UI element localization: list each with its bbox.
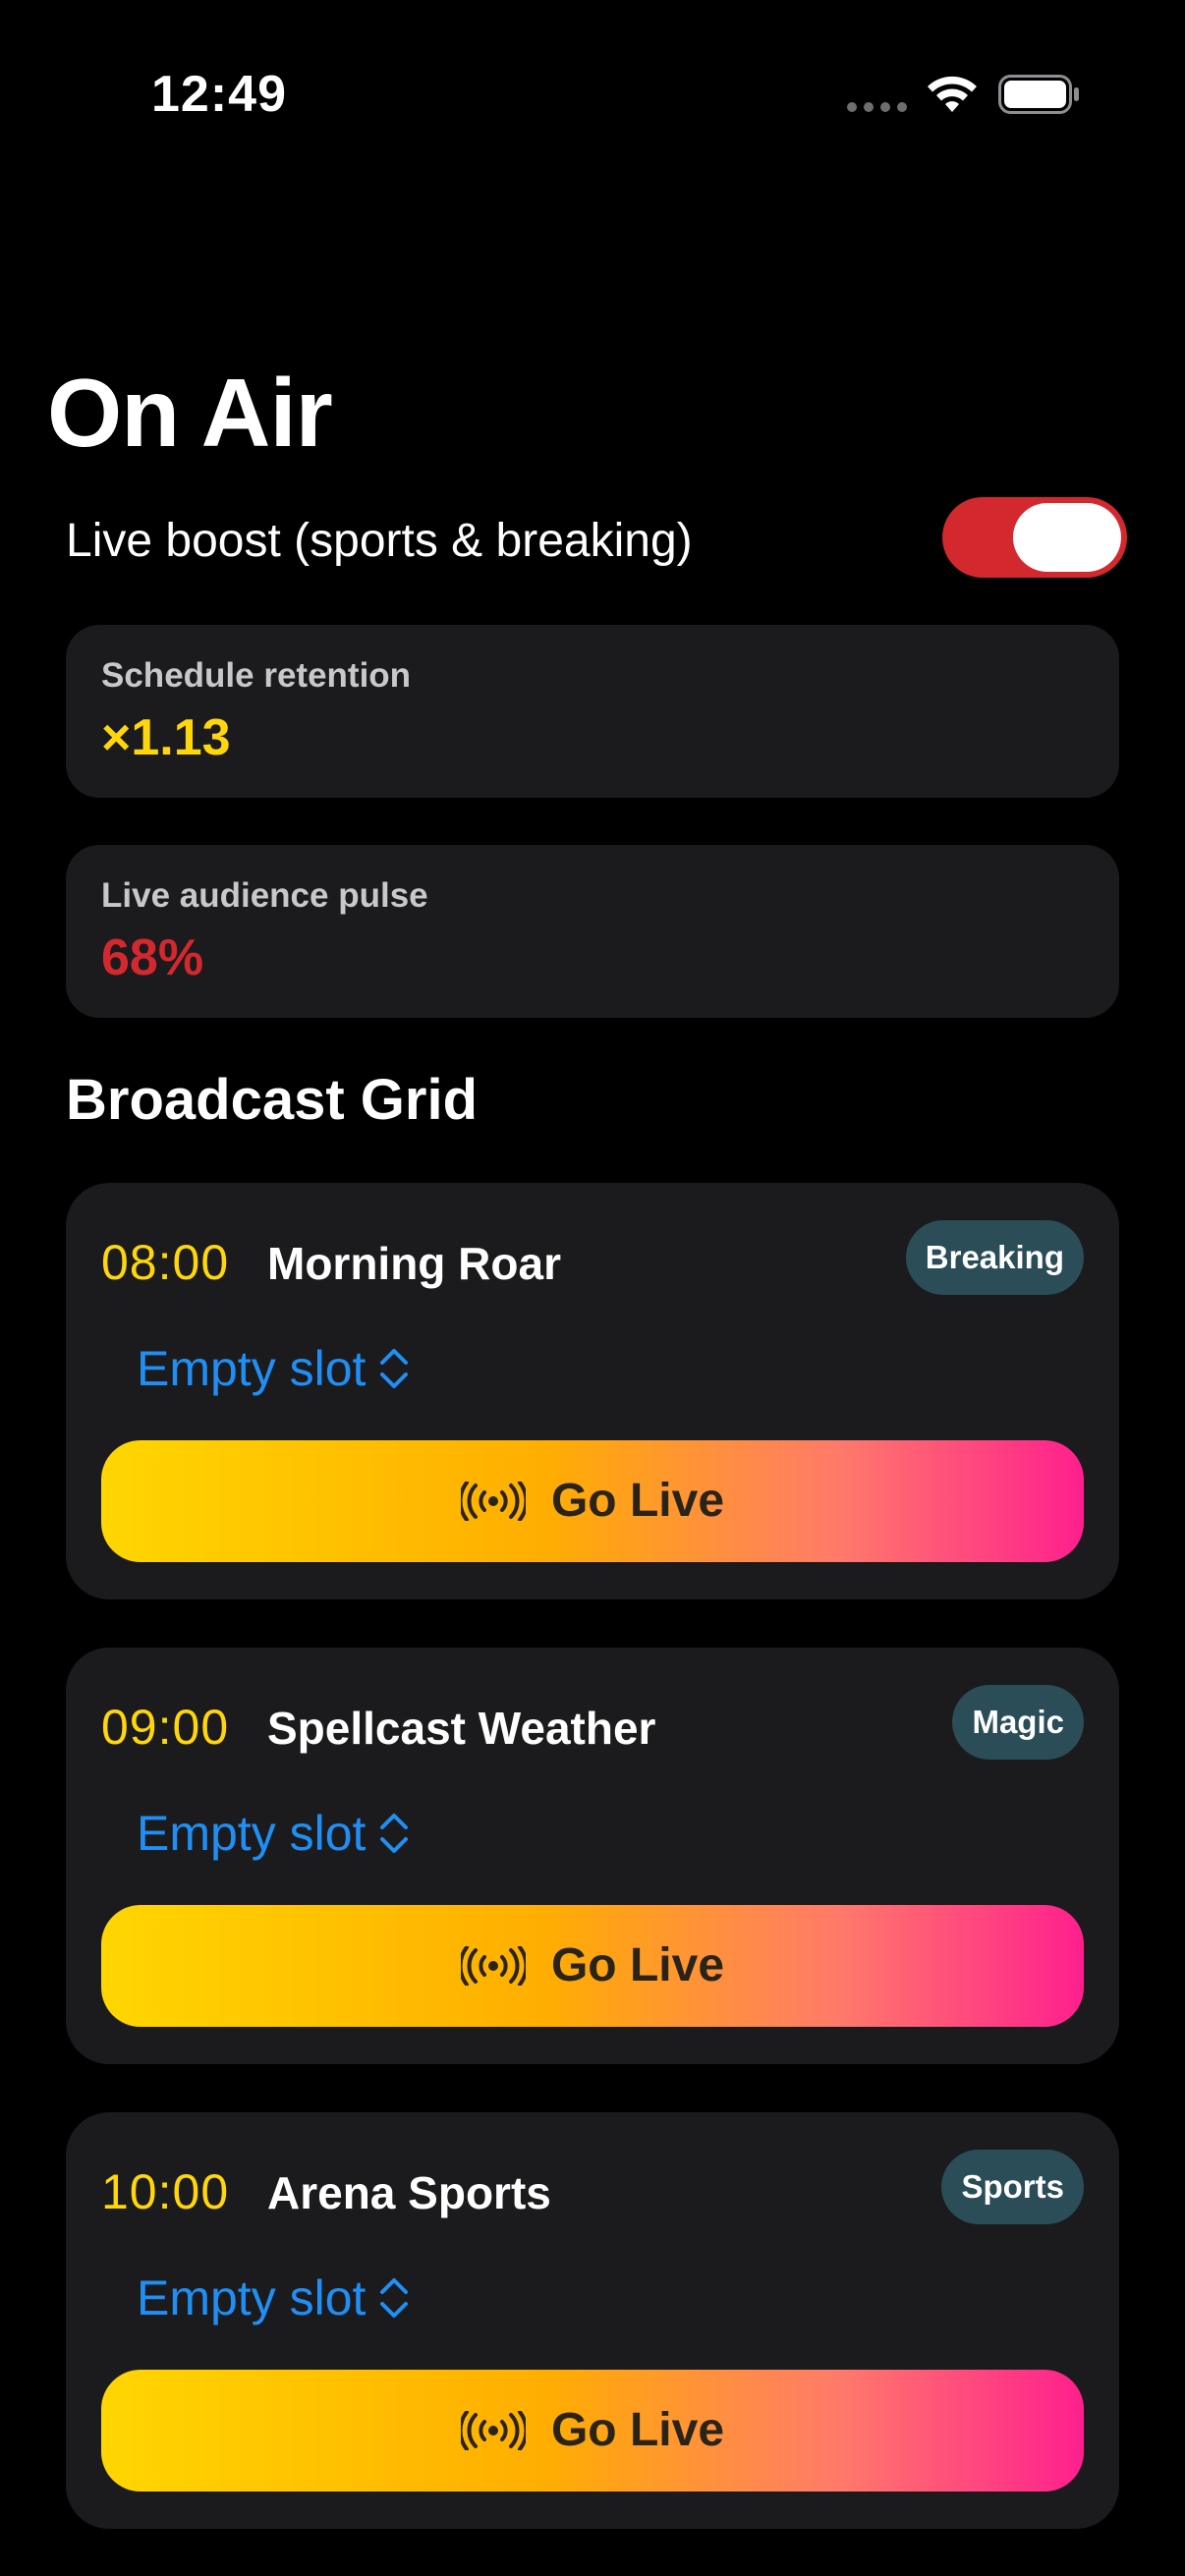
go-live-button[interactable]: Go Live xyxy=(101,1905,1084,2027)
broadcast-grid-title: Broadcast Grid xyxy=(66,1068,478,1132)
slot-show-name: Arena Sports xyxy=(267,2167,551,2218)
go-live-label: Go Live xyxy=(550,1939,725,1991)
schedule-retention-label: Schedule retention xyxy=(101,656,412,695)
chevron-up-down-icon xyxy=(380,1814,409,1853)
slot-category-badge: Sports xyxy=(941,2150,1084,2224)
slot-category-badge: Magic xyxy=(952,1685,1084,1760)
wifi-icon xyxy=(928,76,977,112)
page-title: On Air xyxy=(47,359,333,467)
slot-card-0900: 09:00 Spellcast Weather Magic Empty slot… xyxy=(66,1648,1119,2064)
slot-show-name: Morning Roar xyxy=(267,1238,561,1289)
toggle-knob xyxy=(1013,503,1121,572)
slot-show-name: Spellcast Weather xyxy=(267,1703,656,1754)
broadcast-icon xyxy=(460,1482,526,1521)
audience-pulse-label: Live audience pulse xyxy=(101,876,428,915)
schedule-retention-value: ×1.13 xyxy=(101,709,231,766)
slot-time: 10:00 xyxy=(101,2164,230,2219)
live-boost-label: Live boost (sports & breaking) xyxy=(66,515,693,567)
go-live-label: Go Live xyxy=(550,1475,725,1527)
cellular-dots-icon xyxy=(847,102,907,112)
go-live-button[interactable]: Go Live xyxy=(101,2370,1084,2492)
chevron-up-down-icon xyxy=(380,2278,409,2318)
slot-picker[interactable]: Empty slot xyxy=(137,1799,411,1868)
slot-picker-label: Empty slot xyxy=(137,1806,367,1861)
battery-icon xyxy=(998,75,1079,114)
slot-picker-label: Empty slot xyxy=(137,1341,367,1396)
schedule-retention-card: Schedule retention ×1.13 xyxy=(66,625,1119,798)
slot-category-badge: Breaking xyxy=(905,1220,1084,1295)
slot-picker-label: Empty slot xyxy=(137,2270,367,2325)
broadcast-icon xyxy=(460,1946,526,1986)
slot-time: 08:00 xyxy=(101,1235,230,1290)
slot-picker[interactable]: Empty slot xyxy=(137,1334,411,1403)
audience-pulse-card: Live audience pulse 68% xyxy=(66,845,1119,1018)
status-time: 12:49 xyxy=(151,66,287,123)
audience-pulse-value: 68% xyxy=(101,929,204,986)
live-boost-toggle[interactable] xyxy=(942,497,1127,578)
status-bar: 12:49 xyxy=(0,0,1185,196)
slot-card-1000: 10:00 Arena Sports Sports Empty slot Go … xyxy=(66,2112,1119,2529)
slot-time: 09:00 xyxy=(101,1700,230,1755)
go-live-button[interactable]: Go Live xyxy=(101,1440,1084,1562)
slot-card-0800: 08:00 Morning Roar Breaking Empty slot G… xyxy=(66,1183,1119,1599)
go-live-label: Go Live xyxy=(550,2404,725,2456)
broadcast-icon xyxy=(460,2411,526,2450)
chevron-up-down-icon xyxy=(380,1349,409,1388)
slot-picker[interactable]: Empty slot xyxy=(137,2264,411,2332)
live-boost-row: Live boost (sports & breaking) xyxy=(66,497,1127,586)
